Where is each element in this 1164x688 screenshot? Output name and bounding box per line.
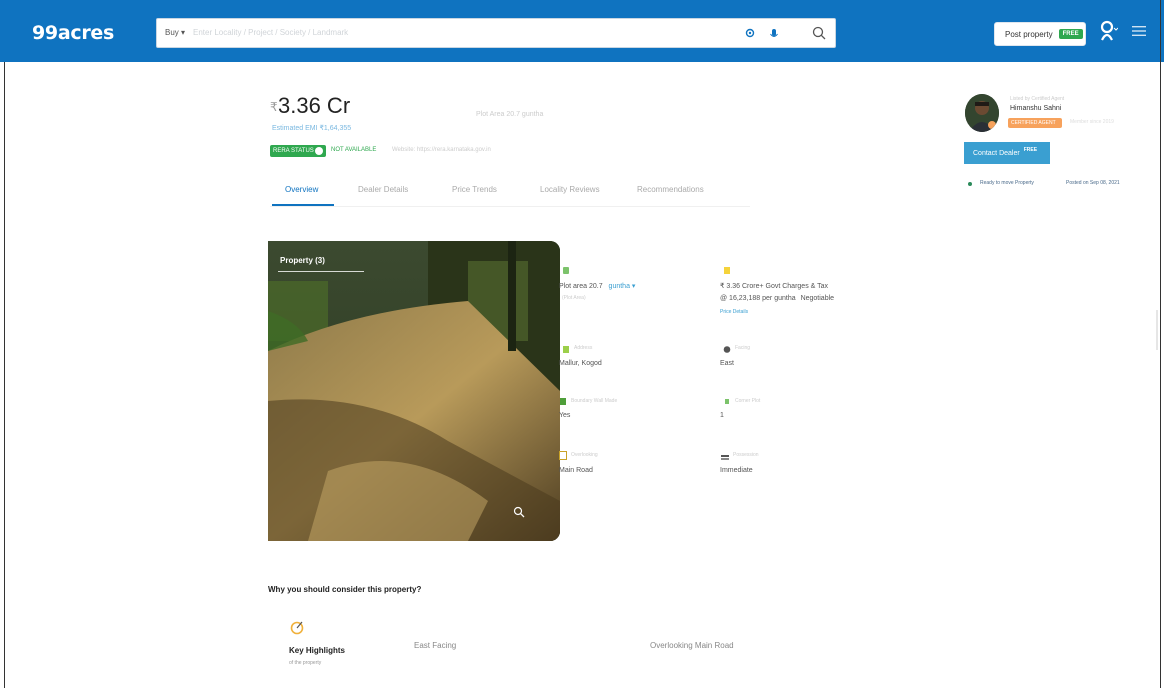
dealer-name[interactable]: Himanshu Sahni [1010,105,1061,112]
contact-free-badge: FREE [1023,147,1038,153]
plot-area-text: Plot area 20.7 [559,283,603,290]
price-per-unit: @ 16,23,188 per guntha Negotiable [720,295,834,302]
tabs-divider [270,206,750,207]
tab-recommendations[interactable]: Recommendations [637,185,704,194]
area-icon [563,267,569,274]
search-mode-select[interactable]: Buy ▾ [165,28,185,37]
certified-agent-badge: CERTIFIED AGENT [1008,118,1062,128]
property-photo[interactable] [268,241,560,541]
currency-symbol: ₹ [270,100,278,114]
frame-border-left [4,62,5,688]
rera-badge-label: RERA STATUS [273,148,314,154]
ready-status-dot [968,182,972,186]
address-value: Mallur, Kogod [559,360,602,367]
tab-overview[interactable]: Overview [285,185,318,194]
contact-dealer-button[interactable]: Contact Dealer FREE [964,142,1050,164]
possession-label: Possession [733,452,759,458]
boundary-wall-icon [560,398,566,405]
photo-count-label[interactable]: Property (3) [280,256,325,265]
chevron-down-icon: ▾ [629,283,636,290]
price-aside-text: Plot Area 20.7 guntha [476,111,544,118]
search-input[interactable]: Enter Locality / Project / Society / Lan… [193,28,348,37]
rera-status-badge: RERA STATUS [270,145,326,157]
dealer-caption: Listed by Certified Agent [1010,96,1065,102]
possession-icon [721,455,729,460]
ready-to-move-text: Ready to move Property [980,180,1034,186]
contact-dealer-label: Contact Dealer [973,149,1020,157]
negotiable-text: Negotiable [800,295,835,302]
corner-plot-label: Corner Plot [735,398,761,404]
avatar[interactable] [965,94,999,132]
mic-icon[interactable] [769,28,779,40]
dealer-member-since: Member since 2019 [1070,119,1114,125]
facing-label: Facing [735,345,751,351]
search-icon[interactable] [811,25,827,41]
zoom-icon[interactable] [513,506,525,518]
free-badge: FREE [1058,29,1083,39]
highlight-overlooking-main-road: Overlooking Main Road [650,641,734,650]
plot-area-faint: (Plot Area) [562,295,586,301]
search-mode-label: Buy [165,28,179,37]
top-header: 99acres Buy ▾ Enter Locality / Project /… [0,0,1164,62]
frame-border-right [1160,0,1161,688]
price-per-guntha: @ 16,23,188 per guntha [720,295,796,302]
hamburger-menu-icon[interactable] [1132,25,1146,37]
address-icon [563,346,569,353]
corner-plot-value: 1 [720,412,724,419]
tab-locality-reviews[interactable]: Locality Reviews [540,185,600,194]
photo-label-underline [278,271,364,272]
why-consider-heading: Why you should consider this property? [268,585,422,594]
info-icon[interactable] [315,147,323,155]
search-bar[interactable]: Buy ▾ Enter Locality / Project / Society… [156,18,836,48]
location-icon[interactable] [745,28,755,38]
overlooking-label: Overlooking [571,452,598,458]
corner-plot-icon [725,399,729,404]
user-icon[interactable] [1098,20,1118,42]
plot-area-value: Plot area 20.7 guntha ▾ [559,282,635,290]
emi-estimate-link[interactable]: Estimated EMI ₹1,64,355 [272,124,351,132]
post-property-label: Post property [1005,29,1053,39]
key-highlights-subtitle: of the property [289,660,322,666]
compass-icon [723,346,731,353]
posted-date-text: Posted on Sep 08, 2021 [1066,180,1120,186]
price-details-link[interactable]: Price Details [720,309,748,315]
active-tab-indicator [272,204,334,206]
price-breakup: ₹ 3.36 Crore+ Govt Charges & Tax [720,283,829,290]
logo[interactable]: 99acres [32,22,114,44]
boundary-wall-value: Yes [559,412,571,419]
tab-dealer-details[interactable]: Dealer Details [358,185,408,194]
possession-value: Immediate [720,467,753,474]
area-unit-dropdown[interactable]: guntha [609,283,630,290]
property-price: 3.36 Cr [278,93,351,118]
rera-status-text: NOT AVAILABLE [331,147,377,153]
key-highlights-icon [290,621,304,635]
price-tag-icon [724,267,730,274]
post-property-button[interactable]: Post property FREE [994,22,1086,46]
tab-price-trends[interactable]: Price Trends [452,185,497,194]
address-label: Address [574,345,593,351]
overlooking-value: Main Road [559,467,593,474]
rera-website-note: Website: https://rera.karnataka.gov.in [392,147,491,153]
facing-value: East [720,360,735,367]
boundary-wall-label: Boundary Wall Made [571,398,618,404]
overlooking-icon [559,451,567,460]
highlight-east-facing: East Facing [414,641,457,650]
feedback-tab[interactable] [1154,310,1160,350]
key-highlights-title: Key Highlights [289,646,346,655]
